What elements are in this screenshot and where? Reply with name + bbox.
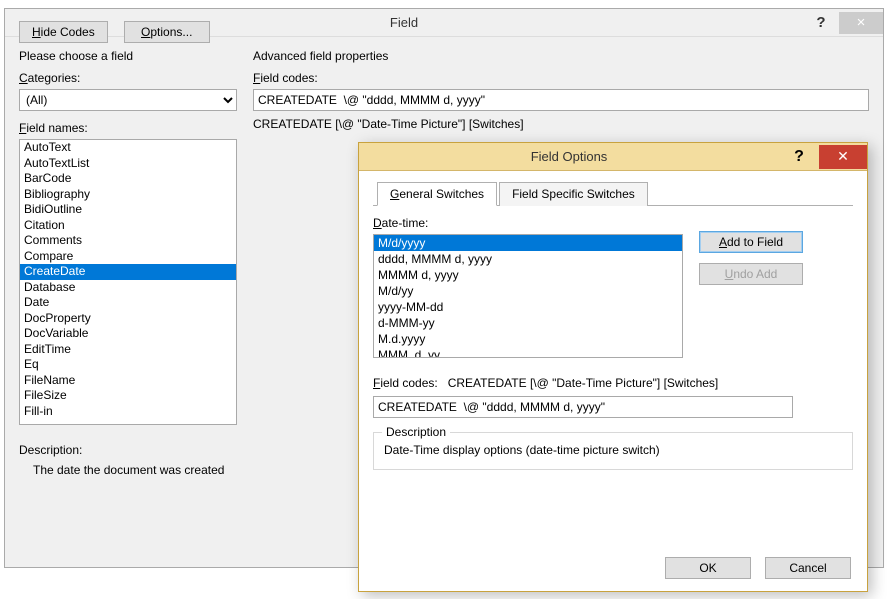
options-titlebar: Field Options ? ✕: [359, 143, 867, 171]
field-codes-label: Field codes:: [253, 71, 869, 85]
choose-field-label: Please choose a field: [19, 49, 237, 63]
help-button[interactable]: ?: [803, 12, 839, 34]
field-name-item[interactable]: Citation: [20, 218, 236, 234]
date-time-label: Date-time:: [373, 216, 853, 230]
ok-button[interactable]: OK: [665, 557, 751, 579]
field-syntax-text: CREATEDATE [\@ "Date-Time Picture"] [Swi…: [253, 117, 869, 131]
date-time-item[interactable]: yyyy-MM-dd: [374, 299, 682, 315]
description-label: Description:: [19, 443, 237, 457]
options-field-codes-input[interactable]: [373, 396, 793, 418]
options-title: Field Options: [359, 149, 779, 164]
options-help-button[interactable]: ?: [779, 148, 819, 166]
options-field-codes-label: Field codes:: [373, 376, 438, 390]
field-name-item[interactable]: Fill-in: [20, 404, 236, 420]
date-time-item[interactable]: M.d.yyyy: [374, 331, 682, 347]
undo-add-button[interactable]: Undo Add: [699, 263, 803, 285]
field-name-item[interactable]: FileName: [20, 373, 236, 389]
field-name-item[interactable]: Date: [20, 295, 236, 311]
cancel-button[interactable]: Cancel: [765, 557, 851, 579]
date-time-item[interactable]: MMMM d, yyyy: [374, 267, 682, 283]
field-names-listbox[interactable]: AutoTextAutoTextListBarCodeBibliographyB…: [19, 139, 237, 425]
field-name-item[interactable]: AutoText: [20, 140, 236, 156]
field-codes-input[interactable]: [253, 89, 869, 111]
categories-combo[interactable]: (All): [19, 89, 237, 111]
advanced-props-label: Advanced field properties: [253, 49, 869, 63]
field-names-label: Field names:: [19, 121, 237, 135]
date-time-item[interactable]: dddd, MMMM d, yyyy: [374, 251, 682, 267]
tab-general-switches[interactable]: General Switches: [377, 182, 497, 206]
field-name-item[interactable]: DocProperty: [20, 311, 236, 327]
close-button[interactable]: ×: [839, 12, 883, 34]
field-name-item[interactable]: Comments: [20, 233, 236, 249]
field-options-dialog: Field Options ? ✕ General Switches Field…: [358, 142, 868, 592]
date-time-item[interactable]: MMM. d, yy: [374, 347, 682, 358]
date-time-item[interactable]: M/d/yy: [374, 283, 682, 299]
field-name-item[interactable]: DocVariable: [20, 326, 236, 342]
options-button[interactable]: Options...: [124, 21, 210, 43]
options-tabs: General Switches Field Specific Switches: [373, 181, 853, 206]
options-close-button[interactable]: ✕: [819, 145, 867, 169]
field-name-item[interactable]: Database: [20, 280, 236, 296]
field-name-item[interactable]: CreateDate: [20, 264, 236, 280]
date-time-item[interactable]: d-MMM-yy: [374, 315, 682, 331]
field-name-item[interactable]: AutoTextList: [20, 156, 236, 172]
description-text: The date the document was created: [33, 463, 333, 477]
hide-codes-button[interactable]: Hide Codes: [19, 21, 108, 43]
date-time-listbox[interactable]: M/d/yyyydddd, MMMM d, yyyyMMMM d, yyyyM/…: [373, 234, 683, 358]
date-time-item[interactable]: M/d/yyyy: [374, 235, 682, 251]
field-name-item[interactable]: BidiOutline: [20, 202, 236, 218]
field-name-item[interactable]: Bibliography: [20, 187, 236, 203]
options-description-legend: Description: [382, 425, 450, 439]
field-name-item[interactable]: Eq: [20, 357, 236, 373]
options-description-text: Date-Time display options (date-time pic…: [384, 443, 842, 457]
categories-label: Categories:: [19, 71, 237, 85]
field-name-item[interactable]: BarCode: [20, 171, 236, 187]
field-name-item[interactable]: FileSize: [20, 388, 236, 404]
tab-field-specific-switches[interactable]: Field Specific Switches: [499, 182, 648, 206]
add-to-field-button[interactable]: Add to Field: [699, 231, 803, 253]
field-name-item[interactable]: Compare: [20, 249, 236, 265]
options-syntax-text: CREATEDATE [\@ "Date-Time Picture"] [Swi…: [448, 376, 719, 390]
field-name-item[interactable]: EditTime: [20, 342, 236, 358]
